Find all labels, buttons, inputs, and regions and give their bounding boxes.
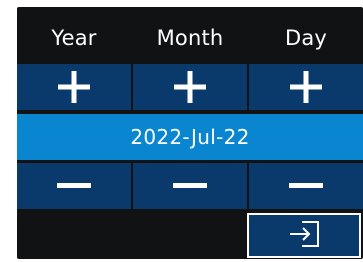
- date-picker-panel: Year Month Day 2022-Jul-22: [17, 7, 363, 259]
- day-header: Day: [284, 26, 328, 50]
- plus-icon: [174, 71, 206, 103]
- plus-icon: [58, 71, 90, 103]
- year-decrement-button[interactable]: [17, 163, 131, 209]
- month-increment-button[interactable]: [133, 64, 247, 110]
- year-increment-button[interactable]: [17, 64, 131, 110]
- month-header: Month: [156, 26, 224, 50]
- enter-button[interactable]: [247, 213, 361, 258]
- month-decrement-button[interactable]: [133, 163, 247, 209]
- date-value: 2022-Jul-22: [130, 125, 250, 149]
- day-increment-button[interactable]: [249, 64, 363, 110]
- enter-icon: [287, 220, 321, 252]
- year-header: Year: [51, 26, 97, 50]
- date-display: 2022-Jul-22: [17, 114, 363, 160]
- minus-icon: [57, 183, 91, 189]
- minus-icon: [289, 183, 323, 189]
- minus-icon: [173, 183, 207, 189]
- plus-icon: [290, 71, 322, 103]
- day-decrement-button[interactable]: [249, 163, 363, 209]
